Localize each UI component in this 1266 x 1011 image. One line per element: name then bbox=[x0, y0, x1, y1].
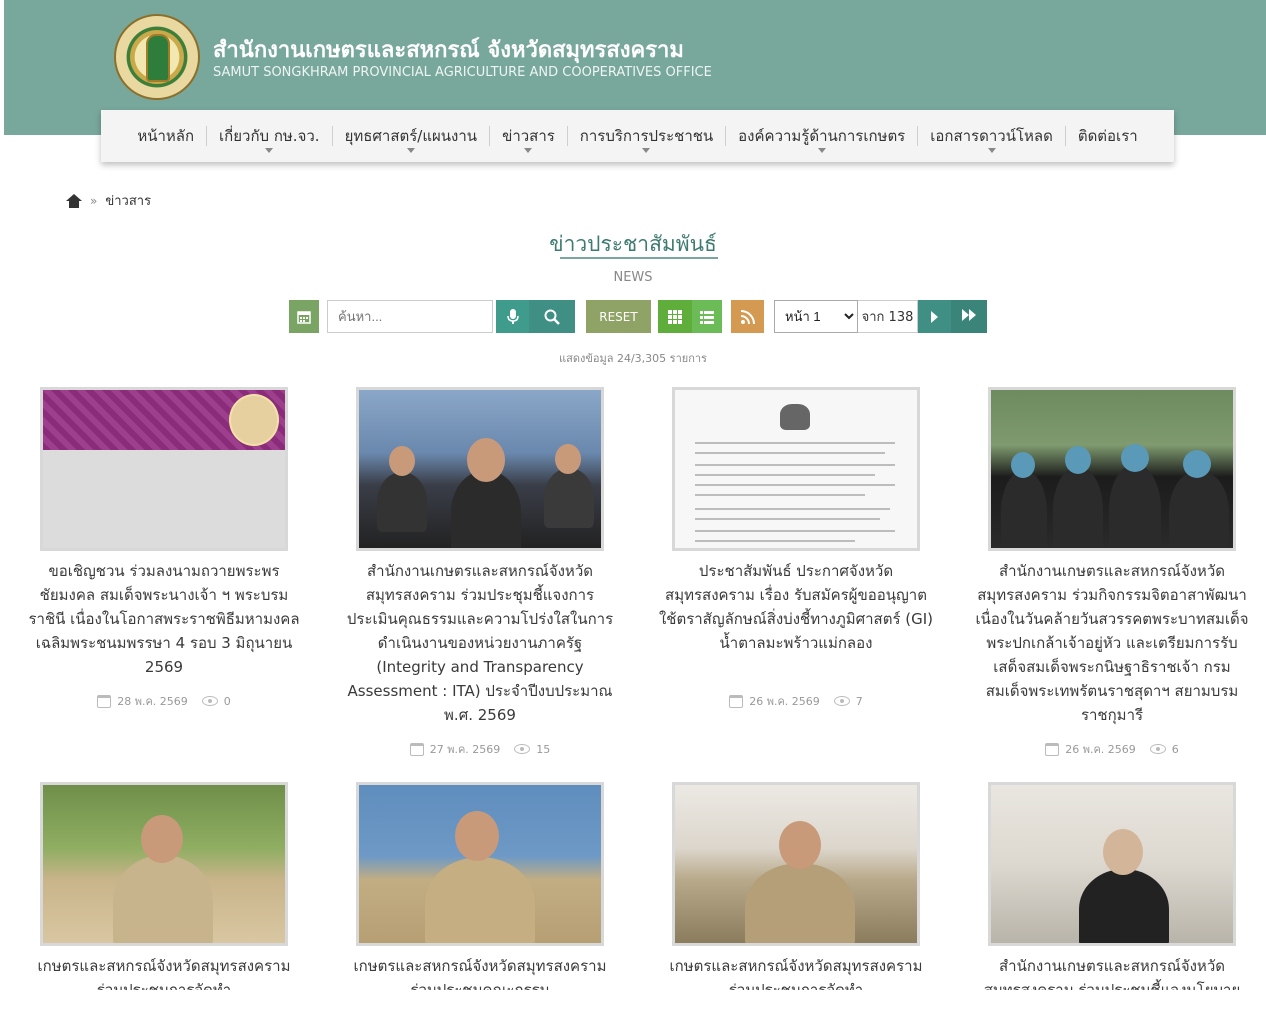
news-thumbnail[interactable] bbox=[40, 782, 288, 946]
nav-services[interactable]: การบริการประชาชน bbox=[568, 110, 725, 162]
news-date: 27 พ.ค. 2569 bbox=[429, 743, 501, 756]
next-page-button[interactable] bbox=[918, 300, 951, 333]
eye-icon bbox=[201, 696, 218, 706]
caret-down-icon bbox=[817, 148, 826, 153]
breadcrumb-separator: » bbox=[90, 193, 98, 208]
grid-view-button[interactable] bbox=[658, 300, 692, 333]
caret-down-icon bbox=[265, 148, 274, 153]
calendar-icon bbox=[409, 742, 424, 756]
news-thumbnail[interactable] bbox=[988, 782, 1236, 946]
nav-news[interactable]: ข่าวสาร bbox=[490, 110, 567, 162]
nav-about[interactable]: เกี่ยวกับ กษ.จว. bbox=[207, 110, 332, 162]
news-title[interactable]: ขอเชิญชวน ร่วมลงนามถวายพระพรชัยมงคล สมเด… bbox=[26, 559, 302, 679]
list-icon bbox=[700, 310, 714, 324]
eye-icon bbox=[514, 744, 531, 754]
news-views: 6 bbox=[1171, 742, 1179, 756]
rss-button[interactable] bbox=[731, 300, 764, 333]
news-meta: 27 พ.ค. 2569 15 bbox=[356, 740, 604, 758]
news-date: 28 พ.ค. 2569 bbox=[117, 695, 188, 708]
news-thumbnail[interactable] bbox=[356, 782, 604, 946]
search-icon bbox=[544, 309, 560, 325]
news-meta: 26 พ.ค. 2569 6 bbox=[988, 740, 1236, 758]
caret-down-icon bbox=[524, 148, 533, 153]
news-thumbnail[interactable] bbox=[672, 782, 920, 946]
breadcrumb: » ข่าวสาร bbox=[66, 190, 151, 211]
caret-down-icon bbox=[406, 148, 415, 153]
news-title[interactable]: สำนักงานเกษตรและสหกรณ์จังหวัดสมุทรสงคราม… bbox=[342, 559, 618, 727]
calendar-icon bbox=[1045, 742, 1060, 756]
breadcrumb-current: ข่าวสาร bbox=[105, 194, 152, 209]
last-page-button[interactable] bbox=[951, 300, 987, 333]
news-views: 15 bbox=[536, 742, 551, 756]
news-thumbnail[interactable] bbox=[988, 387, 1236, 551]
grid-icon bbox=[668, 309, 682, 324]
page-total: จาก 138 bbox=[858, 300, 918, 333]
nav-strategy[interactable]: ยุทธศาสตร์/แผนงาน bbox=[333, 110, 490, 162]
section-title-underline bbox=[560, 257, 718, 259]
calendar-icon bbox=[97, 694, 112, 708]
calendar-icon bbox=[297, 310, 311, 324]
news-title[interactable]: สำนักงานเกษตรและสหกรณ์จังหวัดสมุทรสงคราม… bbox=[974, 559, 1250, 727]
results-count: แสดงข้อมูล 24/3,305 รายการ bbox=[559, 352, 707, 365]
news-title[interactable]: เกษตรและสหกรณ์จังหวัดสมุทรสงคราม ร่วมประ… bbox=[658, 954, 934, 990]
news-views: 0 bbox=[223, 694, 231, 708]
news-title[interactable]: สำนักงานเกษตรและสหกรณ์จังหวัดสมุทรสงคราม… bbox=[974, 954, 1250, 990]
search-button[interactable] bbox=[529, 300, 575, 333]
rss-icon bbox=[740, 309, 755, 324]
home-icon[interactable] bbox=[66, 193, 82, 208]
news-title[interactable]: เกษตรและสหกรณ์จังหวัดสมุทรสงคราม ร่วมประ… bbox=[342, 954, 618, 990]
caret-down-icon bbox=[987, 148, 996, 153]
news-title[interactable]: ประชาสัมพันธ์ ประกาศจังหวัดสมุทรสงคราม เ… bbox=[658, 559, 934, 655]
news-meta: 28 พ.ค. 2569 0 bbox=[40, 692, 288, 710]
list-view-button[interactable] bbox=[692, 300, 722, 333]
nav-knowledge[interactable]: องค์ความรู้ด้านการเกษตร bbox=[726, 110, 917, 162]
calendar-button[interactable] bbox=[289, 300, 319, 333]
news-meta: 26 พ.ค. 2569 7 bbox=[672, 692, 920, 710]
office-logo[interactable] bbox=[114, 14, 200, 100]
news-date: 26 พ.ค. 2569 bbox=[749, 695, 820, 708]
reset-button[interactable]: RESET bbox=[586, 300, 651, 333]
site-title[interactable]: สำนักงานเกษตรและสหกรณ์ จังหวัดสมุทรสงครา… bbox=[213, 32, 684, 67]
calendar-icon bbox=[729, 694, 744, 708]
caret-down-icon bbox=[642, 148, 651, 153]
news-thumbnail[interactable] bbox=[40, 387, 288, 551]
section-subtitle: NEWS bbox=[613, 270, 653, 285]
eye-icon bbox=[833, 696, 850, 706]
search-input[interactable] bbox=[327, 300, 493, 333]
next-icon bbox=[931, 310, 938, 323]
voice-search-button[interactable] bbox=[496, 300, 529, 333]
last-icon bbox=[962, 308, 976, 325]
nav-contact[interactable]: ติดต่อเรา bbox=[1066, 110, 1150, 162]
nav-home[interactable]: หน้าหลัก bbox=[125, 110, 206, 162]
news-title[interactable]: เกษตรและสหกรณ์จังหวัดสมุทรสงคราม ร่วมประ… bbox=[26, 954, 302, 990]
main-nav: หน้าหลัก เกี่ยวกับ กษ.จว. ยุทธศาสตร์/แผน… bbox=[101, 110, 1174, 162]
site-subtitle: SAMUT SONGKHRAM PROVINCIAL AGRICULTURE A… bbox=[213, 65, 712, 80]
news-date: 26 พ.ค. 2569 bbox=[1065, 743, 1136, 756]
nav-downloads[interactable]: เอกสารดาวน์โหลด bbox=[918, 110, 1065, 162]
news-thumbnail[interactable] bbox=[672, 387, 920, 551]
page-select[interactable]: หน้า 1 bbox=[774, 300, 858, 333]
news-views: 7 bbox=[855, 694, 863, 708]
news-thumbnail[interactable] bbox=[356, 387, 604, 551]
microphone-icon bbox=[506, 308, 519, 324]
eye-icon bbox=[1149, 744, 1166, 754]
